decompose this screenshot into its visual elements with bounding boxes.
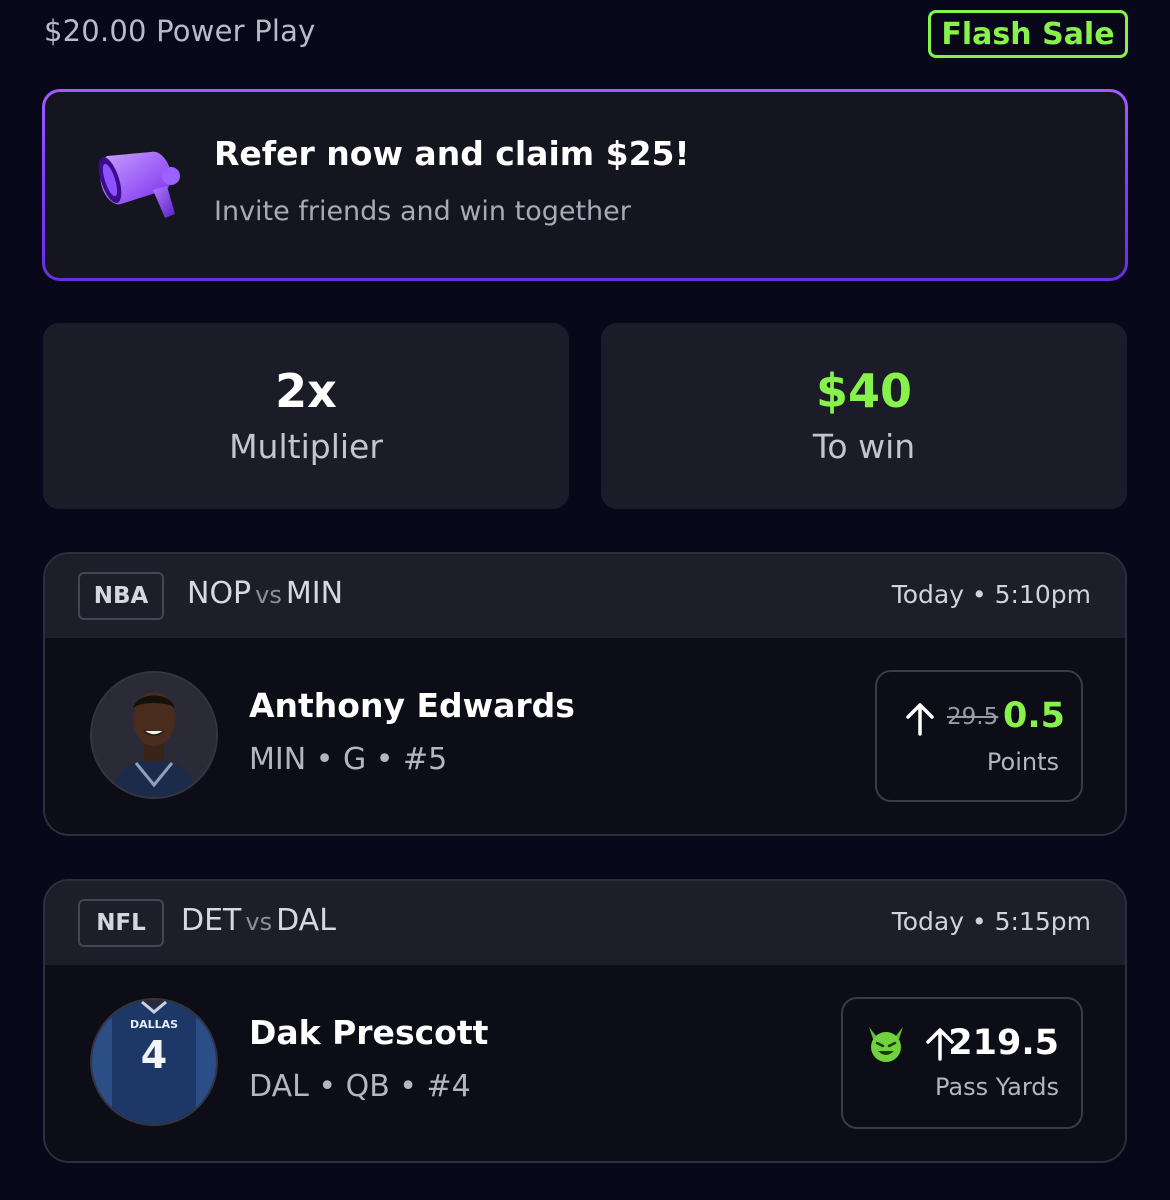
projection-box[interactable]: 219.5 Pass Yards — [841, 997, 1083, 1129]
referral-subtitle: Invite friends and win together — [214, 196, 631, 227]
player-row: Anthony Edwards MIN • G • #5 29.5 0.5 Po… — [45, 638, 1125, 834]
to-win-label: To win — [812, 426, 916, 466]
stat-type: Points — [986, 748, 1059, 776]
line-value: 219.5 — [948, 1023, 1059, 1063]
player-name: Anthony Edwards — [249, 686, 575, 725]
player-meta: DAL • QB • #4 — [249, 1069, 471, 1104]
home-team: DET — [181, 903, 242, 938]
matchup: NOP vs MIN — [187, 576, 343, 611]
pick-card[interactable]: NBA NOP vs MIN Today • 5:10pm Anthony Edwa… — [43, 552, 1127, 836]
player-avatar: DALLAS 4 — [90, 998, 218, 1126]
to-win-box: $40 To win — [601, 323, 1127, 509]
player-row: DALLAS 4 Dak Prescott DAL • QB • #4 219.… — [45, 965, 1125, 1161]
player-meta: MIN • G • #5 — [249, 742, 448, 777]
league-badge: NBA — [78, 572, 164, 620]
discounted-line: 0.5 — [1003, 696, 1066, 736]
away-team: DAL — [276, 903, 336, 938]
game-time: Today • 5:15pm — [891, 907, 1091, 936]
jersey-number: 4 — [141, 1033, 167, 1077]
referral-title: Refer now and claim $25! — [214, 134, 690, 173]
player-name: Dak Prescott — [249, 1013, 489, 1052]
game-time: Today • 5:10pm — [891, 580, 1091, 609]
green-devil-emoji-icon — [869, 1027, 903, 1062]
game-header: NBA NOP vs MIN Today • 5:10pm — [45, 554, 1125, 638]
pick-summary-screen: $20.00 Power Play Flash Sale Refer now a… — [0, 0, 1170, 1200]
projection-box[interactable]: 29.5 0.5 Points — [875, 670, 1083, 802]
to-win-value: $40 — [815, 364, 913, 419]
multiplier-box: 2x Multiplier — [43, 323, 569, 509]
multiplier-value: 2x — [275, 364, 337, 419]
referral-banner[interactable]: Refer now and claim $25! Invite friends … — [42, 89, 1128, 281]
multiplier-label: Multiplier — [229, 426, 383, 466]
stat-type: Pass Yards — [935, 1073, 1059, 1101]
player-avatar — [90, 671, 218, 799]
away-team: MIN — [285, 576, 344, 611]
referral-banner-body: Refer now and claim $25! Invite friends … — [45, 92, 1125, 278]
original-line: 29.5 — [947, 704, 999, 730]
up-arrow-icon — [906, 703, 934, 736]
league-badge: NFL — [78, 899, 164, 947]
player-headshot-icon — [92, 673, 216, 797]
game-header: NFL DET vs DAL Today • 5:15pm — [45, 881, 1125, 965]
vs-label: vs — [255, 581, 282, 609]
vs-label: vs — [245, 908, 273, 936]
entry-title: $20.00 Power Play — [44, 14, 316, 48]
matchup: DET vs DAL — [181, 903, 336, 938]
jersey-text: DALLAS — [130, 1018, 178, 1031]
jersey-icon: DALLAS 4 — [92, 1000, 216, 1124]
home-team: NOP — [187, 576, 252, 611]
pick-card[interactable]: NFL DET vs DAL Today • 5:15pm DALLAS 4 Dak… — [43, 879, 1127, 1163]
flash-sale-badge[interactable]: Flash Sale — [928, 10, 1128, 58]
megaphone-icon — [98, 151, 180, 218]
